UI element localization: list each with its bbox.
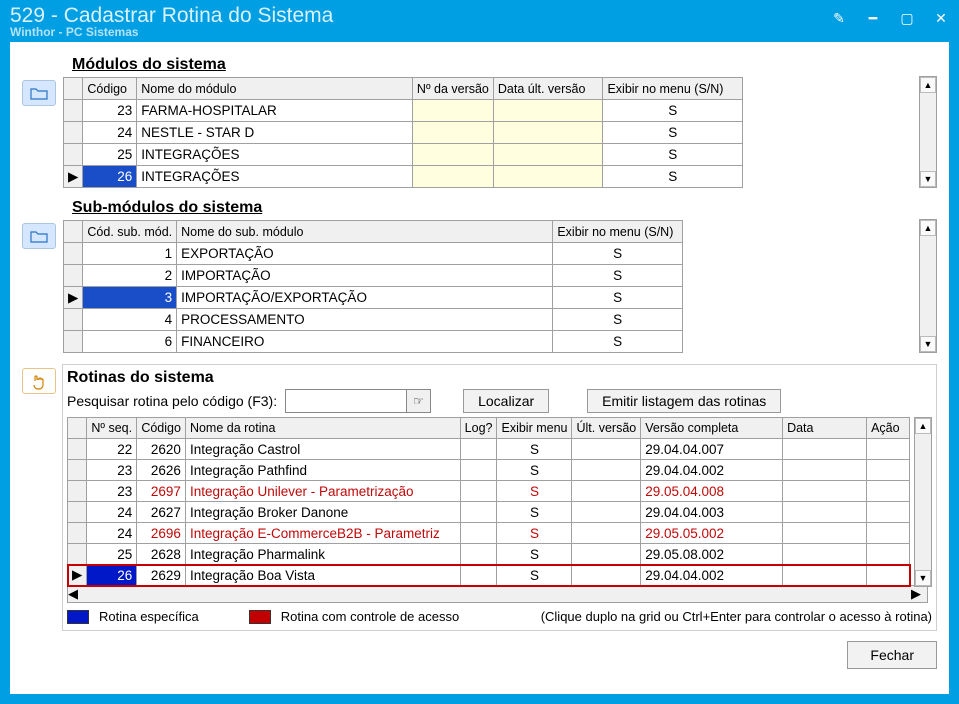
search-row: Pesquisar rotina pelo código (F3): ☞ Loc… bbox=[67, 389, 932, 413]
modules-grid-area: Código Nome do módulo Nº da versão Data … bbox=[62, 76, 937, 189]
table-row[interactable]: 222620Integração CastrolS29.04.04.007 bbox=[68, 439, 910, 460]
legend-access: Rotina com controle de acesso bbox=[281, 609, 459, 624]
footer: Fechar bbox=[22, 641, 937, 669]
modules-grid[interactable]: Código Nome do módulo Nº da versão Data … bbox=[63, 77, 743, 188]
legend: Rotina específica Rotina com controle de… bbox=[67, 609, 932, 624]
col-subcode[interactable]: Cód. sub. mód. bbox=[83, 221, 177, 243]
legend-hint: (Clique duplo na grid ou Ctrl+Enter para… bbox=[541, 609, 932, 624]
table-row[interactable]: 24NESTLE - STAR DS bbox=[64, 122, 743, 144]
table-row[interactable]: 232626Integração PathfindS29.04.04.002 bbox=[68, 460, 910, 481]
table-row[interactable]: ▶262629Integração Boa VistaS29.04.04.002 bbox=[68, 565, 910, 586]
col-rshow[interactable]: Exibir menu bbox=[497, 418, 572, 439]
col-ver[interactable]: Nº da versão bbox=[412, 78, 493, 100]
legend-swatch-red bbox=[249, 610, 271, 624]
minimize-icon[interactable]: ━ bbox=[865, 10, 881, 26]
app-window: 529 - Cadastrar Rotina do Sistema Wintho… bbox=[0, 0, 959, 704]
col-rname[interactable]: Nome da rotina bbox=[185, 418, 460, 439]
col-data[interactable]: Data bbox=[783, 418, 867, 439]
hand-icon bbox=[30, 372, 48, 390]
modules-scrollbar[interactable]: ▲ ▼ bbox=[919, 76, 937, 188]
routines-side-button[interactable] bbox=[22, 368, 56, 394]
table-row[interactable]: ▶3IMPORTAÇÃO/EXPORTAÇÃOS bbox=[64, 287, 683, 309]
routines-scrollbar-v[interactable]: ▲ ▼ bbox=[914, 417, 932, 587]
table-row[interactable]: 242696Integração E-CommerceB2B - Paramet… bbox=[68, 523, 910, 544]
col-ultver[interactable]: Últ. versão bbox=[572, 418, 641, 439]
emit-listing-button[interactable]: Emitir listagem das rotinas bbox=[587, 389, 781, 413]
col-code[interactable]: Código bbox=[83, 78, 137, 100]
col-subshow[interactable]: Exibir no menu (S/N) bbox=[553, 221, 683, 243]
maximize-icon[interactable]: ▢ bbox=[899, 10, 915, 26]
submodules-grid-area: Cód. sub. mód. Nome do sub. módulo Exibi… bbox=[62, 219, 937, 354]
scroll-down-icon[interactable]: ▼ bbox=[920, 171, 936, 187]
table-row[interactable]: 25INTEGRAÇÕESS bbox=[64, 144, 743, 166]
search-label: Pesquisar rotina pelo código (F3): bbox=[67, 393, 277, 409]
client-area: Módulos do sistema Código Nome do módulo… bbox=[10, 42, 949, 694]
submodules-title: Sub-módulos do sistema bbox=[72, 199, 937, 217]
routines-grid[interactable]: Nº seq. Código Nome da rotina Log? Exibi… bbox=[67, 417, 910, 586]
col-subname[interactable]: Nome do sub. módulo bbox=[177, 221, 553, 243]
scroll-up-icon[interactable]: ▲ bbox=[920, 77, 936, 93]
submodules-grid[interactable]: Cód. sub. mód. Nome do sub. módulo Exibi… bbox=[63, 220, 683, 353]
legend-specific: Rotina específica bbox=[99, 609, 199, 624]
routines-title: Rotinas do sistema bbox=[67, 369, 932, 387]
table-row[interactable]: 2IMPORTAÇÃOS bbox=[64, 265, 683, 287]
folder-icon bbox=[30, 86, 48, 100]
folder-icon bbox=[30, 229, 48, 243]
search-picker-button[interactable]: ☞ bbox=[406, 390, 430, 412]
titlebar: 529 - Cadastrar Rotina do Sistema Wintho… bbox=[0, 0, 959, 42]
scroll-up-icon[interactable]: ▲ bbox=[915, 418, 931, 434]
table-row[interactable]: 1EXPORTAÇÃOS bbox=[64, 243, 683, 265]
col-log[interactable]: Log? bbox=[460, 418, 497, 439]
modules-title: Módulos do sistema bbox=[72, 56, 937, 74]
routines-section: Rotinas do sistema Pesquisar rotina pelo… bbox=[22, 364, 937, 631]
col-seq[interactable]: Nº seq. bbox=[87, 418, 137, 439]
submodules-scrollbar[interactable]: ▲ ▼ bbox=[919, 219, 937, 353]
scroll-down-icon[interactable]: ▼ bbox=[920, 336, 936, 352]
modules-section: Código Nome do módulo Nº da versão Data … bbox=[22, 76, 937, 189]
scroll-left-icon[interactable]: ◀ bbox=[68, 586, 84, 602]
col-action[interactable]: Ação bbox=[867, 418, 910, 439]
routines-scrollbar-h[interactable]: ◀ ▶ bbox=[67, 585, 928, 603]
table-row[interactable]: 6FINANCEIROS bbox=[64, 331, 683, 353]
table-row[interactable]: ▶26INTEGRAÇÕESS bbox=[64, 166, 743, 188]
table-row[interactable]: 23FARMA-HOSPITALARS bbox=[64, 100, 743, 122]
close-icon[interactable]: ✕ bbox=[933, 10, 949, 26]
scroll-down-icon[interactable]: ▼ bbox=[915, 570, 931, 586]
routines-grid-wrap: Nº seq. Código Nome da rotina Log? Exibi… bbox=[67, 417, 932, 586]
window-buttons: ✎ ━ ▢ ✕ bbox=[831, 10, 949, 26]
locate-button[interactable]: Localizar bbox=[463, 389, 549, 413]
modules-folder-button[interactable] bbox=[22, 80, 56, 106]
scroll-right-icon[interactable]: ▶ bbox=[911, 586, 927, 602]
col-name[interactable]: Nome do módulo bbox=[137, 78, 413, 100]
routines-box: Rotinas do sistema Pesquisar rotina pelo… bbox=[62, 364, 937, 631]
scroll-up-icon[interactable]: ▲ bbox=[920, 220, 936, 236]
col-show[interactable]: Exibir no menu (S/N) bbox=[603, 78, 743, 100]
search-field: ☞ bbox=[285, 389, 431, 413]
col-date[interactable]: Data últ. versão bbox=[493, 78, 603, 100]
submodules-folder-button[interactable] bbox=[22, 223, 56, 249]
col-rcode[interactable]: Código bbox=[137, 418, 186, 439]
col-fullver[interactable]: Versão completa bbox=[641, 418, 783, 439]
submodules-section: Cód. sub. mód. Nome do sub. módulo Exibi… bbox=[22, 219, 937, 354]
legend-swatch-blue bbox=[67, 610, 89, 624]
close-button[interactable]: Fechar bbox=[847, 641, 937, 669]
search-input[interactable] bbox=[286, 390, 406, 412]
edit-icon[interactable]: ✎ bbox=[831, 10, 847, 26]
table-row[interactable]: 252628Integração PharmalinkS29.05.08.002 bbox=[68, 544, 910, 565]
table-row[interactable]: 4PROCESSAMENTOS bbox=[64, 309, 683, 331]
table-row[interactable]: 232697Integração Unilever - Parametrizaç… bbox=[68, 481, 910, 502]
table-row[interactable]: 242627Integração Broker DanoneS29.04.04.… bbox=[68, 502, 910, 523]
